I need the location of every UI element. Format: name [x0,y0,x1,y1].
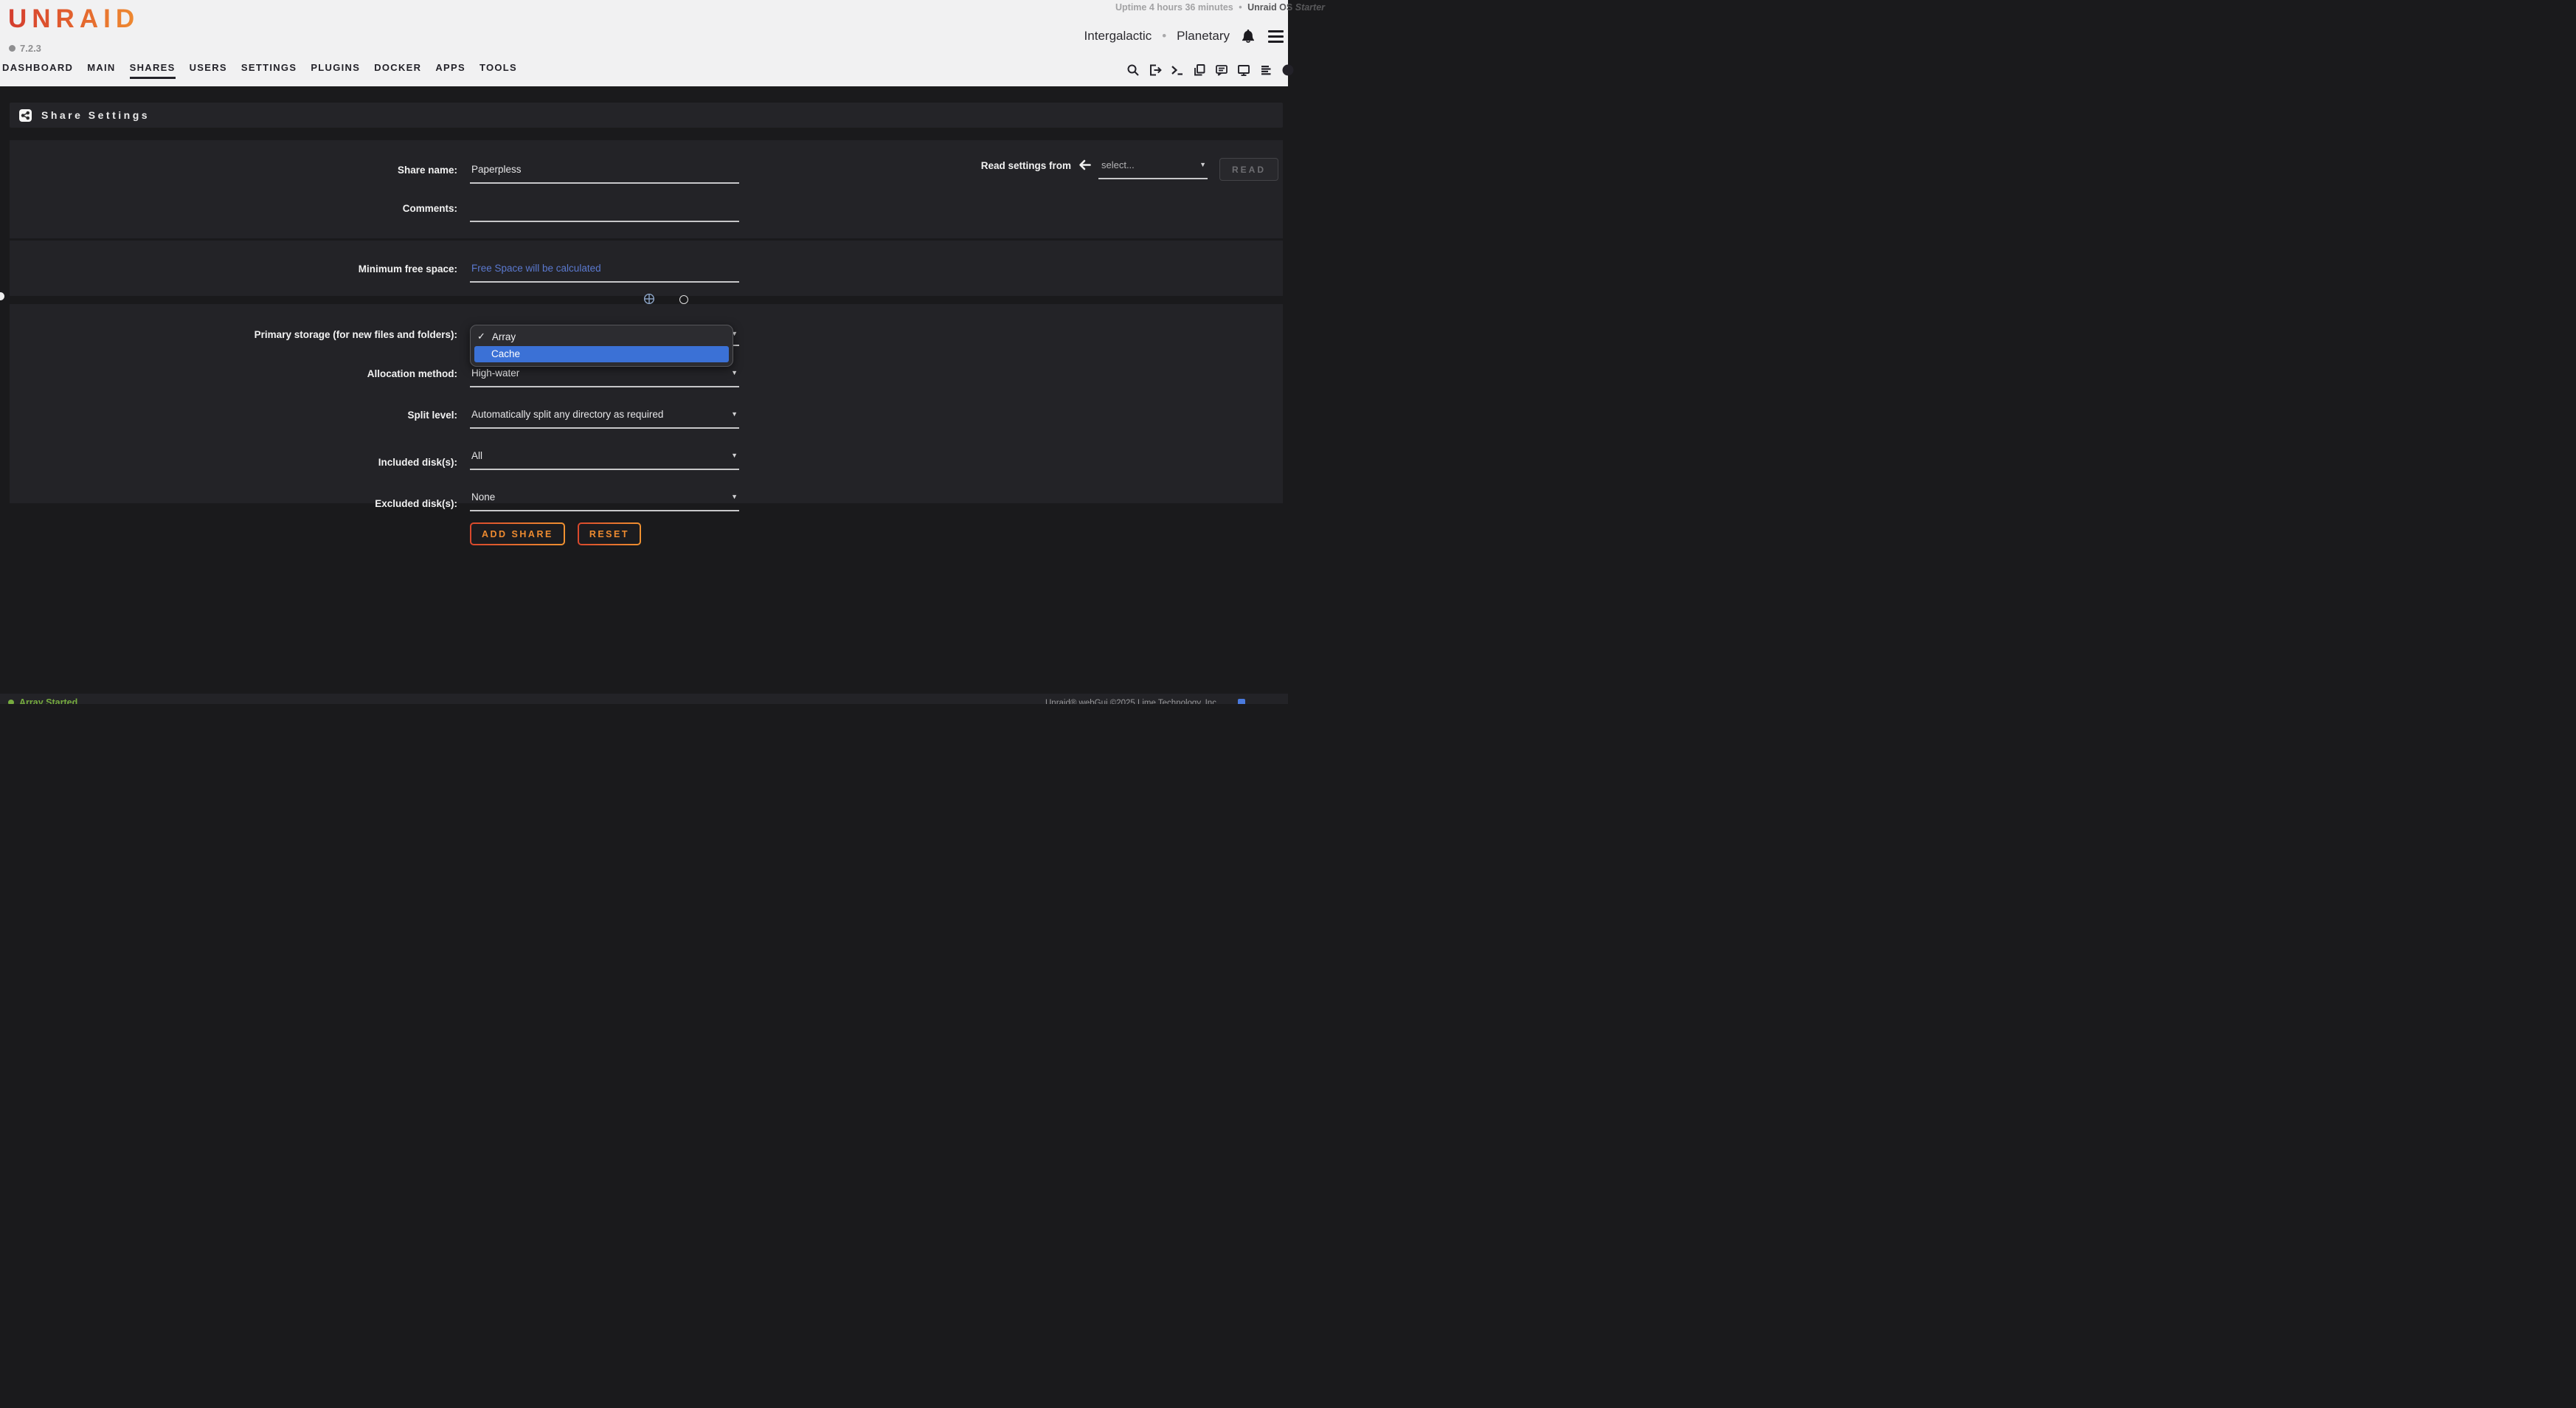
edge-dot [0,292,4,300]
nav-main[interactable]: MAIN [87,62,115,79]
dropdown-option-array-label: Array [492,331,516,342]
footer-copyright: Unraid® webGui ©2025 Lime Technology, In… [1045,699,1245,704]
chevron-down-icon: ▼ [731,409,738,418]
monitor-icon[interactable] [1237,63,1250,77]
comments-input[interactable] [470,201,739,222]
chevron-down-icon: ▼ [1199,159,1206,170]
included-disks-label: Included disk(s): [10,449,457,468]
split-level-value: Automatically split any directory as req… [471,409,663,420]
server-description: Planetary [1177,29,1230,44]
allocation-method-label: Allocation method: [10,366,457,379]
excluded-disks-value: None [471,491,495,503]
log-icon[interactable] [1259,63,1273,77]
dot-separator: • [1159,29,1169,44]
header-toolbar [1126,63,1295,77]
share-identity-panel: Share name: Comments: Read settings from… [10,140,1283,238]
server-identity: Intergalactic • Planetary [1084,27,1284,46]
dropdown-option-array[interactable]: ✓ Array [471,328,733,345]
read-settings-select[interactable]: select... ▼ [1098,158,1208,179]
footer: Array Started Unraid® webGui ©2025 Lime … [0,694,1288,704]
version-badge: 7.2.3 [9,43,41,54]
min-free-space-row: Minimum free space: [10,261,1283,283]
nav-users[interactable]: USERS [190,62,227,79]
nav-settings[interactable]: SETTINGS [241,62,297,79]
comments-row: Comments: [10,201,1283,222]
min-free-space-input[interactable] [470,261,739,283]
unraid-logo[interactable]: UNRAID [8,4,139,34]
primary-storage-label: Primary storage (for new files and folde… [10,327,457,340]
header: UNRAID 7.2.3 Uptime 4 hours 36 minutes •… [0,0,1288,86]
nav-dashboard[interactable]: DASHBOARD [2,62,73,79]
nav-tools[interactable]: TOOLS [479,62,517,79]
uptime-line: Uptime 4 hours 36 minutes • Unraid OS St… [1115,2,1325,13]
primary-storage-dropdown: ✓ Array Cache [470,325,733,367]
copy-icon[interactable] [1193,63,1206,77]
chevron-down-icon: ▼ [731,367,738,376]
check-icon: ✓ [477,331,485,342]
search-icon[interactable] [1126,63,1140,77]
chat-icon[interactable] [1215,63,1228,77]
array-status-text: Array Started [19,697,77,704]
chevron-down-icon: ▼ [731,450,738,459]
crosshair-cursor-icon [643,293,655,305]
footer-blue-icon[interactable] [1238,699,1245,704]
uptime-text: Uptime 4 hours 36 minutes [1115,2,1233,13]
main-nav: DASHBOARD MAIN SHARES USERS SETTINGS PLU… [2,62,517,79]
license-text: Unraid OS Starter [1247,2,1325,13]
share-name-label: Share name: [10,162,457,176]
dot-separator: • [1236,2,1244,13]
included-disks-row: Included disk(s): All ▼ [10,449,1283,470]
excluded-disks-row: Excluded disk(s): None ▼ [10,490,1283,511]
terminal-icon[interactable] [1171,63,1184,77]
page-title-bar: Share Settings [10,103,1283,128]
read-settings-label: Read settings from [981,158,1071,171]
page-title: Share Settings [41,109,150,121]
license-tier: Starter [1295,2,1325,13]
copyright-text: Unraid® webGui ©2025 Lime Technology, In… [1045,699,1219,704]
arrow-left-icon [1078,158,1091,170]
chevron-down-icon: ▼ [731,491,738,500]
reset-button[interactable]: RESET [578,522,641,545]
circle-cursor-icon [679,295,688,304]
nav-shares[interactable]: SHARES [130,62,176,79]
split-level-label: Split level: [10,407,457,421]
nav-apps[interactable]: APPS [435,62,465,79]
read-button[interactable]: READ [1219,158,1278,181]
excluded-disks-select[interactable]: None ▼ [470,490,739,511]
included-disks-select[interactable]: All ▼ [470,449,739,470]
theme-circle-icon[interactable] [1281,63,1295,77]
form-actions: ADD SHARE RESET [470,522,641,545]
server-name: Intergalactic [1084,29,1152,44]
excluded-disks-label: Excluded disk(s): [10,490,457,509]
menu-icon[interactable] [1268,30,1284,43]
split-level-row: Split level: Automatically split any dir… [10,407,1283,429]
included-disks-value: All [471,450,482,461]
allocation-method-value: High-water [471,367,519,379]
bell-icon[interactable] [1242,29,1255,44]
array-status: Array Started [8,697,77,704]
sign-out-icon[interactable] [1149,63,1162,77]
read-settings-select-value: select... [1101,159,1135,170]
dropdown-option-cache[interactable]: Cache [474,346,729,362]
nav-plugins[interactable]: PLUGINS [311,62,360,79]
status-dot-icon [8,700,14,704]
share-name-input[interactable] [470,162,739,184]
dropdown-option-cache-label: Cache [491,348,520,359]
nav-docker[interactable]: DOCKER [374,62,421,79]
allocation-method-row: Allocation method: High-water ▼ [10,366,1283,387]
read-settings-cluster: Read settings from select... ▼ READ [981,158,1278,181]
version-number: 7.2.3 [20,43,41,54]
share-icon [19,109,32,122]
add-share-button[interactable]: ADD SHARE [470,522,565,545]
free-space-panel: Minimum free space: [10,241,1283,296]
allocation-method-select[interactable]: High-water ▼ [470,366,739,387]
split-level-select[interactable]: Automatically split any directory as req… [470,407,739,429]
comments-label: Comments: [10,201,457,214]
version-dot-icon [9,45,15,52]
min-free-space-label: Minimum free space: [10,261,457,275]
